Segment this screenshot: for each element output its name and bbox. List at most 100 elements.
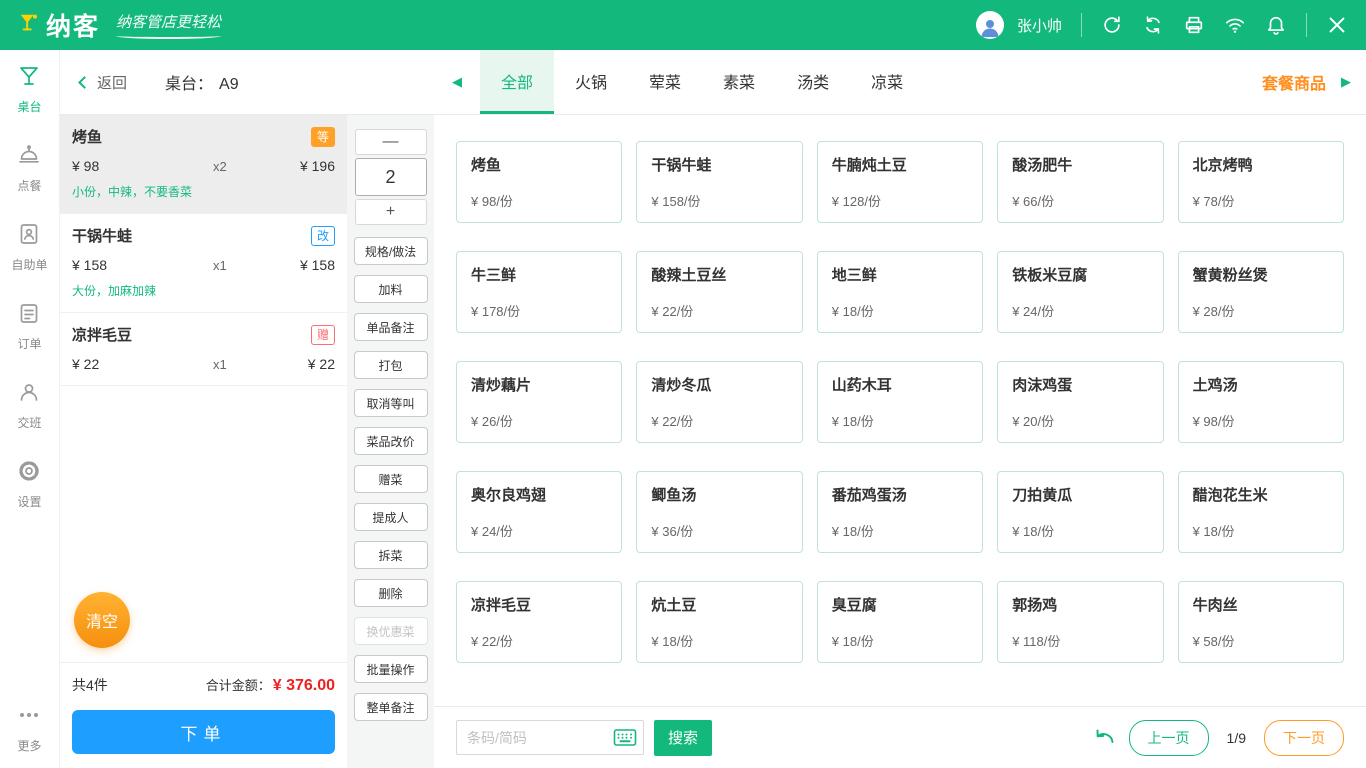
pagination: 上一页 1/9 下一页 (1093, 720, 1344, 756)
menu-item-card[interactable]: 臭豆腐 ¥ 18/份 (817, 581, 983, 663)
clear-order-button[interactable]: 清空 (74, 592, 130, 648)
menu-item-name: 肉沫鸡蛋 (1012, 374, 1148, 395)
order-total-value: ¥ 376.00 (273, 677, 335, 694)
topbar: 纳客 纳客管店更轻松 张小帅 (0, 0, 1366, 50)
order-header: 返回 桌台：A9 (60, 50, 434, 115)
order-count: 共4件 (72, 675, 108, 695)
chevron-left-icon (78, 76, 91, 89)
menu-item-card[interactable]: 醋泡花生米 ¥ 18/份 (1178, 471, 1344, 553)
search-button[interactable]: 搜索 (654, 720, 712, 756)
action-button[interactable]: 删除 (354, 579, 428, 607)
menu-item-card[interactable]: 牛肉丝 ¥ 58/份 (1178, 581, 1344, 663)
menu-item-card[interactable]: 郭扬鸡 ¥ 118/份 (997, 581, 1163, 663)
prev-page-button[interactable]: 上一页 (1129, 720, 1209, 756)
menu-item-name: 牛肉丝 (1193, 594, 1329, 615)
sidebar-item-shift[interactable]: 交班 (17, 380, 41, 431)
menu-item-card[interactable]: 烤鱼 ¥ 98/份 (456, 141, 622, 223)
menu-item-name: 臭豆腐 (832, 594, 968, 615)
notification-bell-icon[interactable] (1265, 14, 1287, 36)
combo-products-button[interactable]: 套餐商品 (1262, 70, 1326, 94)
action-button[interactable]: 规格/做法 (354, 237, 428, 265)
menu-item-card[interactable]: 刀拍黄瓜 ¥ 18/份 (997, 471, 1163, 553)
order-item-name: 烤鱼 (72, 126, 102, 147)
sidebar-item-settings[interactable]: 设置 (17, 459, 41, 510)
menu-item-card[interactable]: 肉沫鸡蛋 ¥ 20/份 (997, 361, 1163, 443)
menu-item-card[interactable]: 酸辣土豆丝 ¥ 22/份 (636, 251, 802, 333)
menu-item-card[interactable]: 酸汤肥牛 ¥ 66/份 (997, 141, 1163, 223)
action-button[interactable]: 批量操作 (354, 655, 428, 683)
qty-increase-button[interactable]: + (355, 199, 427, 225)
back-button[interactable]: 返回 (80, 72, 127, 93)
table-info: 桌台：A9 (165, 70, 239, 94)
menu-item-card[interactable]: 铁板米豆腐 ¥ 24/份 (997, 251, 1163, 333)
menu-item-name: 牛腩炖土豆 (832, 154, 968, 175)
menu-item-price: ¥ 98/份 (471, 191, 607, 210)
more-dots-icon (17, 703, 41, 732)
menu-item-card[interactable]: 清炒冬瓜 ¥ 22/份 (636, 361, 802, 443)
avatar[interactable] (976, 11, 1004, 39)
menu-item-card[interactable]: 牛腩炖土豆 ¥ 128/份 (817, 141, 983, 223)
category-tab[interactable]: 素菜 (702, 50, 776, 114)
qty-decrease-button[interactable]: — (355, 129, 427, 155)
menu-item-card[interactable]: 山药木耳 ¥ 18/份 (817, 361, 983, 443)
next-page-button[interactable]: 下一页 (1264, 720, 1344, 756)
category-tab[interactable]: 全部 (480, 50, 554, 114)
order-item[interactable]: 凉拌毛豆 赠 ¥ 22 x1 ¥ 22 (60, 313, 347, 386)
order-item-note: 大份，加麻加辣 (72, 282, 335, 299)
order-item-name: 干锅牛蛙 (72, 225, 132, 246)
action-button[interactable]: 整单备注 (354, 693, 428, 721)
topbar-divider (1081, 13, 1082, 37)
menu-item-card[interactable]: 土鸡汤 ¥ 98/份 (1178, 361, 1344, 443)
sidebar-item-more[interactable]: 更多 (17, 703, 41, 754)
action-button[interactable]: 加料 (354, 275, 428, 303)
menu-item-price: ¥ 20/份 (1012, 411, 1148, 430)
tabs-scroll-left-icon[interactable]: ◀ (434, 50, 480, 114)
pos-app: 纳客 纳客管店更轻松 张小帅 (0, 0, 1366, 768)
close-icon[interactable] (1326, 14, 1348, 36)
menu-item-price: ¥ 28/份 (1193, 301, 1329, 320)
prev-page-arrow-icon[interactable] (1093, 726, 1117, 750)
category-tab[interactable]: 凉菜 (850, 50, 924, 114)
order-item[interactable]: 烤鱼 等 ¥ 98 x2 ¥ 196 小份，中辣，不要香菜 (60, 115, 347, 214)
menu-item-card[interactable]: 凉拌毛豆 ¥ 22/份 (456, 581, 622, 663)
action-button[interactable]: 打包 (354, 351, 428, 379)
action-button[interactable]: 单品备注 (354, 313, 428, 341)
action-button[interactable]: 菜品改价 (354, 427, 428, 455)
order-item[interactable]: 干锅牛蛙 改 ¥ 158 x1 ¥ 158 大份，加麻加辣 (60, 214, 347, 313)
sidebar-item-order[interactable]: 点餐 (17, 143, 41, 194)
action-button[interactable]: 提成人 (354, 503, 428, 531)
menu-item-card[interactable]: 牛三鲜 ¥ 178/份 (456, 251, 622, 333)
order-item-header: 凉拌毛豆 赠 (72, 324, 335, 345)
action-button[interactable]: 换优惠菜 (354, 617, 428, 645)
order-item-note: 小份，中辣，不要香菜 (72, 183, 335, 200)
action-button[interactable]: 取消等叫 (354, 389, 428, 417)
menu-item-card[interactable]: 炕土豆 ¥ 18/份 (636, 581, 802, 663)
category-tab[interactable]: 火锅 (554, 50, 628, 114)
wifi-icon[interactable] (1224, 14, 1246, 36)
menu-item-price: ¥ 18/份 (1193, 521, 1329, 540)
quantity-stepper: — 2 + (355, 129, 427, 225)
printer-icon[interactable] (1183, 14, 1205, 36)
menu-item-card[interactable]: 奥尔良鸡翅 ¥ 24/份 (456, 471, 622, 553)
category-tab[interactable]: 汤类 (776, 50, 850, 114)
tabs-scroll-right-icon[interactable]: ▶ (1326, 50, 1366, 114)
sync-icon[interactable] (1142, 14, 1164, 36)
menu-item-card[interactable]: 清炒藕片 ¥ 26/份 (456, 361, 622, 443)
sidebar-item-tables[interactable]: 桌台 (17, 64, 41, 115)
menu-item-card[interactable]: 干锅牛蛙 ¥ 158/份 (636, 141, 802, 223)
menu-item-card[interactable]: 北京烤鸭 ¥ 78/份 (1178, 141, 1344, 223)
submit-order-button[interactable]: 下单 (72, 710, 335, 754)
action-button[interactable]: 赠菜 (354, 465, 428, 493)
sidebar-item-self-order[interactable]: 自助单 (11, 222, 47, 273)
menu-item-card[interactable]: 番茄鸡蛋汤 ¥ 18/份 (817, 471, 983, 553)
menu-item-card[interactable]: 鲫鱼汤 ¥ 36/份 (636, 471, 802, 553)
keyboard-icon[interactable] (613, 727, 637, 748)
category-tab-label: 汤类 (797, 69, 829, 93)
sidebar-item-orders[interactable]: 订单 (17, 301, 41, 352)
menu-item-card[interactable]: 地三鲜 ¥ 18/份 (817, 251, 983, 333)
category-tab[interactable]: 荤菜 (628, 50, 702, 114)
refresh-icon[interactable] (1101, 14, 1123, 36)
action-button[interactable]: 拆菜 (354, 541, 428, 569)
menu-item-card[interactable]: 蟹黄粉丝煲 ¥ 28/份 (1178, 251, 1344, 333)
action-buttons: 规格/做法加料单品备注打包取消等叫菜品改价赠菜提成人拆菜删除换优惠菜批量操作整单… (354, 237, 428, 721)
